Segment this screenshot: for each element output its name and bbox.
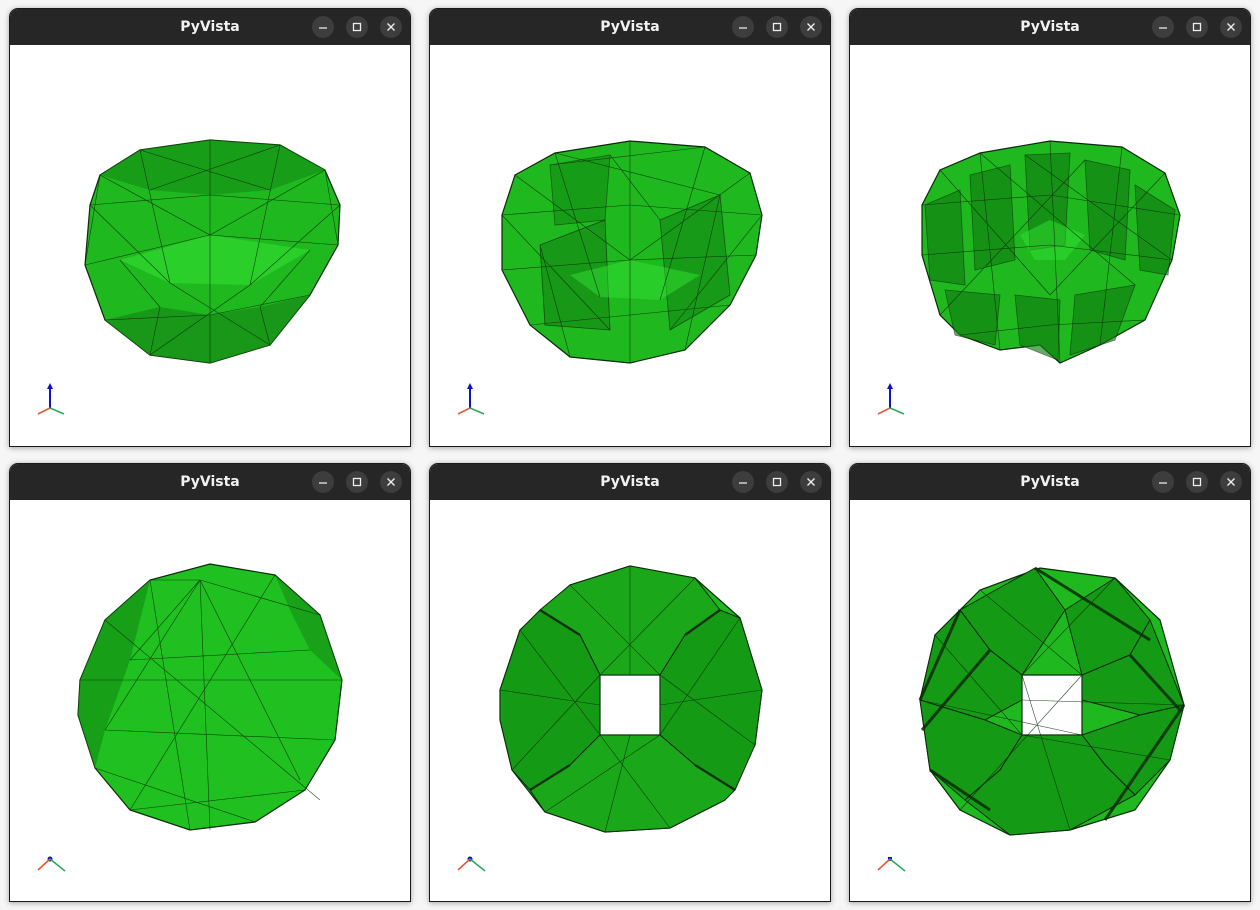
minimize-button[interactable]	[1152, 471, 1174, 493]
axis-y-line	[49, 407, 65, 415]
axis-y-line	[889, 858, 906, 872]
render-viewport[interactable]	[850, 45, 1250, 446]
orientation-axes-widget	[457, 856, 486, 872]
maximize-icon	[352, 22, 362, 32]
close-button[interactable]	[800, 471, 822, 493]
minimize-icon	[319, 482, 327, 484]
close-button[interactable]	[380, 16, 402, 38]
minimize-button[interactable]	[732, 471, 754, 493]
render-viewport[interactable]	[430, 45, 830, 446]
minimize-button[interactable]	[312, 16, 334, 38]
maximize-icon	[352, 477, 362, 487]
axis-x-line	[877, 407, 891, 415]
orientation-axes-widget	[37, 856, 66, 872]
pyvista-window-2[interactable]: PyVista	[429, 8, 831, 447]
maximize-icon	[772, 477, 782, 487]
minimize-icon	[319, 27, 327, 29]
axis-x-line	[877, 858, 891, 871]
minimize-icon	[1159, 482, 1167, 484]
close-icon	[1227, 478, 1235, 486]
title-bar[interactable]: PyVista	[430, 9, 830, 45]
maximize-icon	[772, 22, 782, 32]
maximize-icon	[1192, 477, 1202, 487]
minimize-button[interactable]	[1152, 16, 1174, 38]
orientation-axes-widget	[877, 857, 906, 872]
minimize-icon	[739, 27, 747, 29]
orientation-axes-widget	[37, 383, 65, 415]
close-icon	[1227, 23, 1235, 31]
pyvista-window-5[interactable]: PyVista	[429, 463, 831, 902]
close-icon	[807, 478, 815, 486]
axis-x-line	[457, 858, 471, 871]
orientation-axes-widget	[877, 383, 905, 415]
render-viewport[interactable]	[10, 45, 410, 446]
pyvista-window-1[interactable]: PyVista	[9, 8, 411, 447]
pyvista-window-3[interactable]: PyVista	[849, 8, 1251, 447]
close-icon	[387, 23, 395, 31]
render-viewport[interactable]	[850, 500, 1250, 901]
maximize-button[interactable]	[346, 471, 368, 493]
axis-x-line	[37, 858, 51, 871]
close-button[interactable]	[1220, 16, 1242, 38]
axis-z-arrow	[47, 383, 53, 389]
close-button[interactable]	[800, 16, 822, 38]
title-bar[interactable]: PyVista	[430, 464, 830, 500]
close-icon	[387, 478, 395, 486]
render-viewport[interactable]	[10, 500, 410, 901]
maximize-button[interactable]	[766, 16, 788, 38]
minimize-icon	[1159, 27, 1167, 29]
maximize-button[interactable]	[1186, 16, 1208, 38]
render-viewport[interactable]	[430, 500, 830, 901]
axis-x-line	[37, 407, 51, 415]
close-icon	[807, 23, 815, 31]
close-button[interactable]	[1220, 471, 1242, 493]
axis-y-line	[889, 407, 905, 415]
title-bar[interactable]: PyVista	[850, 464, 1250, 500]
title-bar[interactable]: PyVista	[850, 9, 1250, 45]
title-bar[interactable]: PyVista	[10, 9, 410, 45]
minimize-icon	[739, 482, 747, 484]
minimize-button[interactable]	[732, 16, 754, 38]
pyvista-window-4[interactable]: PyVista	[9, 463, 411, 902]
title-bar[interactable]: PyVista	[10, 464, 410, 500]
orientation-axes-widget	[457, 383, 485, 415]
axis-x-line	[457, 407, 471, 415]
axis-z-arrow	[467, 383, 473, 389]
pyvista-window-6[interactable]: PyVista	[849, 463, 1251, 902]
maximize-button[interactable]	[1186, 471, 1208, 493]
maximize-icon	[1192, 22, 1202, 32]
axis-z-arrow	[887, 383, 893, 389]
maximize-button[interactable]	[346, 16, 368, 38]
close-button[interactable]	[380, 471, 402, 493]
minimize-button[interactable]	[312, 471, 334, 493]
maximize-button[interactable]	[766, 471, 788, 493]
axis-y-line	[49, 858, 66, 872]
axis-y-line	[469, 407, 485, 415]
axis-y-line	[469, 858, 486, 872]
